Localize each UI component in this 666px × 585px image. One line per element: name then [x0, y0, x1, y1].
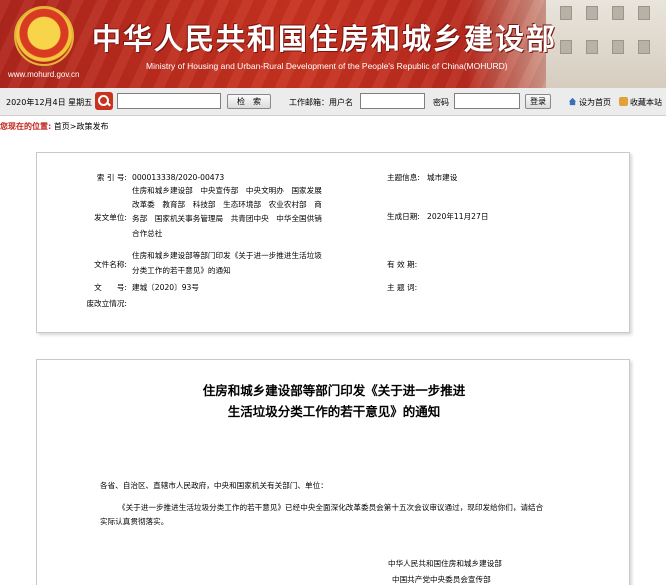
article-title-line: 住房和城乡建设部等部门印发《关于进一步推进 [202, 383, 466, 398]
site-title-english: Ministry of Housing and Urban-Rural Deve… [146, 61, 508, 71]
password-input[interactable] [454, 93, 520, 109]
keywords-label: 主 题 词: [387, 283, 418, 292]
building-window [612, 40, 624, 54]
building-window [586, 6, 598, 20]
doc-number-value: 建城〔2020〕93号 [132, 283, 199, 292]
current-date: 2020年12月4日 星期五 [6, 98, 93, 107]
site-banner: ★ www.mohurd.gov.cn 中华人民共和国住房和城乡建设部 Mini… [0, 0, 666, 88]
site-title: 中华人民共和国住房和城乡建设部 [92, 22, 558, 56]
signature-line: 中国共产党中央委员会宣传部 [392, 575, 491, 584]
username-input[interactable] [360, 93, 425, 109]
issuer-line: 合作总社 [132, 229, 163, 238]
issuer-label: 发文单位: [94, 213, 127, 222]
bookmark-icon [619, 97, 628, 106]
building-window [612, 6, 624, 20]
breadcrumb-home[interactable]: 首页 [54, 122, 70, 131]
site-url: www.mohurd.gov.cn [8, 70, 80, 79]
building-window [560, 40, 572, 54]
set-home-link[interactable]: 设为首页 [579, 97, 611, 108]
date-label: 生成日期: [387, 212, 420, 221]
building-window [638, 6, 650, 20]
article-body-line: 《关于进一步推进生活垃圾分类工作的若干意见》已经中央全面深化改革委员会第十五次会… [118, 503, 544, 512]
index-label: 索 引 号: [96, 173, 127, 182]
building-window [638, 40, 650, 54]
login-button[interactable]: 登录 [525, 94, 551, 109]
doc-number-label: 文 号: [94, 283, 127, 292]
breadcrumb-current[interactable]: 政策发布 [76, 122, 108, 131]
valid-period-label: 有 效 期: [387, 260, 418, 269]
index-value: 000013338/2020-00473 [132, 173, 225, 182]
article-body-line: 实际认真贯彻落实。 [100, 517, 169, 526]
revision-label: 废改立情况: [86, 299, 127, 308]
building-photo [546, 0, 666, 88]
password-label: 密码 [433, 98, 449, 107]
date-value: 2020年11月27日 [427, 212, 489, 221]
signature-line: 中华人民共和国住房和城乡建设部 [388, 559, 502, 568]
building-window [586, 40, 598, 54]
filename-line: 分类工作的若干意见》的通知 [132, 266, 231, 275]
document-info-panel: 索 引 号: 000013338/2020-00473 主题信息: 城市建设 发… [36, 152, 630, 333]
building-window [560, 6, 572, 20]
bookmark-link[interactable]: 收藏本站 [630, 97, 662, 108]
issuer-line: 改革委 教育部 科技部 生态环境部 农业农村部 商 [132, 200, 322, 209]
star-icon: ★ [35, 16, 52, 37]
search-icon[interactable] [95, 92, 113, 110]
article-title-line: 生活垃圾分类工作的若干意见》的通知 [227, 404, 441, 419]
category-value: 城市建设 [427, 173, 458, 182]
filename-line: 住房和城乡建设部等部门印发《关于进一步推进生活垃圾 [132, 251, 322, 260]
search-button[interactable]: 检 索 [227, 94, 271, 109]
home-icon [568, 97, 577, 106]
filename-label: 文件名称: [94, 260, 127, 269]
breadcrumb: 您现在的位置: 首页>政策发布 [0, 121, 108, 132]
article-panel: 住房和城乡建设部等部门印发《关于进一步推进 生活垃圾分类工作的若干意见》的通知 … [36, 359, 630, 585]
work-email-label: 工作邮箱：用户名 [289, 98, 353, 107]
breadcrumb-label: 您现在的位置: [0, 122, 52, 131]
category-label: 主题信息: [387, 173, 420, 182]
issuer-line: 住房和城乡建设部 中央宣传部 中央文明办 国家发展 [132, 186, 322, 195]
issuer-line: 务部 国家机关事务管理局 共青团中央 中华全国供销 [132, 214, 322, 223]
top-toolbar: 2020年12月4日 星期五 检 索 工作邮箱：用户名 密码 登录 设为首页 收… [0, 88, 666, 116]
search-input[interactable] [117, 93, 221, 109]
article-salutation: 各省、自治区、直辖市人民政府，中央和国家机关有关部门、单位： [100, 481, 328, 490]
